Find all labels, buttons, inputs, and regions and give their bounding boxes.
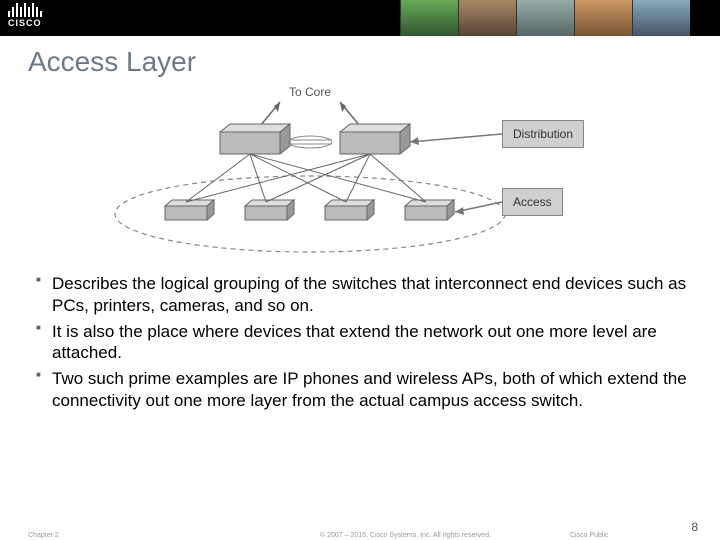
bullet-list: Describes the logical grouping of the sw… — [36, 273, 690, 412]
page-title: Access Layer — [28, 46, 720, 78]
access-switch-2 — [245, 200, 294, 220]
access-label-box: Access — [502, 188, 563, 216]
bullet-item: Two such prime examples are IP phones an… — [36, 368, 690, 412]
to-core-label: To Core — [289, 85, 331, 99]
bullet-item: Describes the logical grouping of the sw… — [36, 273, 690, 317]
footer-copyright: © 2007 – 2016, Cisco Systems, Inc. All r… — [320, 532, 491, 539]
access-switch-4 — [405, 200, 454, 220]
footer-page-number: 8 — [691, 520, 698, 534]
footer-public: Cisco Public — [570, 532, 609, 539]
access-switch-1 — [165, 200, 214, 220]
dist-switch-left — [220, 124, 290, 154]
cisco-logo: CISCO — [8, 3, 42, 28]
network-diagram: To Core — [110, 84, 610, 259]
header-bar: CISCO — [0, 0, 720, 36]
bullet-item: It is also the place where devices that … — [36, 321, 690, 365]
dist-switch-right — [340, 124, 410, 154]
distribution-label-box: Distribution — [502, 120, 584, 148]
header-photo-strip — [400, 0, 690, 36]
diagram-svg: To Core — [110, 84, 610, 259]
brand-text: CISCO — [8, 18, 42, 28]
footer-chapter: Chapter 2 — [28, 532, 59, 539]
access-switch-3 — [325, 200, 374, 220]
logo-bars-icon — [8, 3, 42, 17]
